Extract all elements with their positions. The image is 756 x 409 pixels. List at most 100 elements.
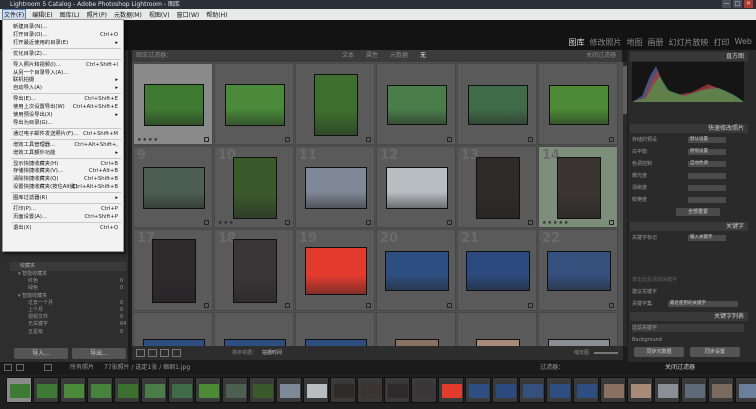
filmstrip-thumbnail[interactable] [627,377,653,403]
file-menu-item[interactable]: 优化目录(Z)... [13,50,121,58]
filmstrip-thumbnail[interactable] [33,377,59,403]
photo-thumbnail[interactable] [385,251,449,291]
collection-item[interactable]: ▾ 智能收藏夹 [12,293,53,300]
file-menu-item[interactable]: 打开最近使用的目录(E) ▸ [13,39,121,47]
filter-none[interactable]: 无 [420,50,426,62]
filmstrip-thumbnail[interactable] [573,377,599,403]
photo-thumbnail[interactable] [547,251,611,291]
photo-thumbnail[interactable] [144,84,204,126]
filmstrip-thumbnail[interactable] [735,377,756,403]
photo-thumbnail[interactable] [549,85,609,125]
filter-off-dropdown[interactable]: 关闭过滤器 [586,50,616,62]
edit-badge-icon[interactable] [366,220,371,225]
grid-cell[interactable]: 10 ★★★ [214,146,294,228]
module-print[interactable]: 打印 [714,37,730,48]
filter-keywords-input[interactable]: 过滤关键字 [632,324,744,332]
grid-cell[interactable] [214,63,294,145]
photo-thumbnail[interactable] [476,157,520,219]
filmstrip-thumbnail[interactable] [87,377,113,403]
file-menu-item[interactable]: 打印(P)... Ctrl+P [13,205,121,213]
keyword-item[interactable]: Background [632,336,744,344]
grid-cell[interactable] [538,63,618,145]
collections-header[interactable]: 收藏夹 [10,262,126,271]
edit-badge-icon[interactable] [528,303,533,308]
grid-cell[interactable] [295,63,375,145]
grid-cell[interactable]: 9 [133,146,213,228]
maximize-button[interactable]: □ [733,0,742,8]
edit-badge-icon[interactable] [204,220,209,225]
photo-thumbnail[interactable] [143,339,205,346]
quick-develop-control[interactable] [688,185,726,191]
file-menu-item[interactable]: 新建目录(N)... [13,23,121,31]
grid-cell[interactable] [457,63,537,145]
edit-badge-icon[interactable] [609,220,614,225]
histogram-header[interactable]: 直方图 [630,52,748,61]
collection-item[interactable]: 五星级 0 [12,329,123,336]
menu-edit[interactable]: 编辑(E) [31,10,53,19]
file-menu-item[interactable]: 显示快捷收藏夹(H) Ctrl+B [13,160,121,168]
keyword-tags-dropdown[interactable]: 输入关键字 [688,235,726,241]
keyword-list-header[interactable]: 关键字列表 [630,312,748,321]
export-button[interactable]: 导出... [72,348,126,359]
file-menu-item[interactable]: 退出(X) Ctrl+Q [13,224,121,232]
edit-badge-icon[interactable] [528,220,533,225]
filmstrip-thumbnail[interactable] [384,377,410,403]
grid-cell[interactable]: 12 [376,146,456,228]
edit-badge-icon[interactable] [447,137,452,142]
file-menu-item[interactable]: 使用预设导出(X) ▸ [13,111,121,119]
edit-badge-icon[interactable] [366,137,371,142]
photo-thumbnail[interactable] [466,251,530,291]
photo-thumbnail[interactable] [387,85,447,125]
file-menu-item[interactable]: 使用上次设置导出(W) Ctrl+Alt+Shift+E [13,103,121,111]
photo-thumbnail[interactable] [225,84,285,126]
edit-badge-icon[interactable] [204,303,209,308]
photo-thumbnail[interactable] [152,239,196,303]
star-rating[interactable]: ★★★★★ [542,220,569,226]
photo-thumbnail[interactable] [233,239,277,303]
menu-metadata[interactable]: 元数据(M) [113,10,143,19]
file-menu-item[interactable]: 联机拍摄 ▸ [13,76,121,84]
filmstrip-thumbnail[interactable] [276,377,302,403]
filmstrip-thumbnail[interactable] [114,377,140,403]
module-develop[interactable]: 修改照片 [590,37,622,48]
quick-develop-control[interactable]: 原照设置 [688,149,726,155]
module-library[interactable]: 图库 [569,37,585,48]
keywording-header[interactable]: 关键字 [630,222,748,231]
module-slideshow[interactable]: 幻灯片放映 [669,37,709,48]
grid-scrollbar[interactable] [623,62,627,346]
filmstrip-thumbnail[interactable] [681,377,707,403]
file-menu-item[interactable]: 增效工具管理器... Ctrl+Alt+Shift+, [13,141,121,149]
grid-cell[interactable] [376,63,456,145]
filmstrip-thumbnail[interactable] [249,377,275,403]
filmstrip-thumbnail[interactable] [546,377,572,403]
keyword-hint[interactable]: 单击此处添加关键字 [632,276,744,284]
survey-view-icon[interactable] [172,349,181,357]
quick-develop-header[interactable]: 快速修改照片 [630,124,748,133]
file-menu-item[interactable]: 通过电子邮件发送照片(F)... Ctrl+Shift+M [13,130,121,138]
photo-thumbnail[interactable] [386,167,448,209]
file-menu-item[interactable]: 清除快捷收藏夹(Q) Ctrl+Shift+B [13,175,121,183]
filmstrip-thumbnail[interactable] [708,377,734,403]
filmstrip-thumbnail[interactable] [357,377,383,403]
file-menu-item[interactable]: 页面设置(A)... Ctrl+Shift+P [13,213,121,221]
edit-badge-icon[interactable] [609,137,614,142]
filter-metadata[interactable]: 元数据 [390,50,408,62]
collection-item[interactable]: 绿色 0 [12,285,123,292]
sync-settings-button[interactable]: 同步设置 [690,347,740,357]
photo-thumbnail[interactable] [305,339,367,346]
grid-cell[interactable]: 18 [214,229,294,311]
photo-thumbnail[interactable] [305,167,367,209]
grid-cell[interactable] [376,312,456,346]
filmstrip-thumbnail[interactable] [303,377,329,403]
file-menu-item[interactable]: 增效工具额外功能 ▸ [13,149,121,157]
close-button[interactable]: ✕ [744,0,753,8]
filmstrip-thumbnail[interactable] [330,377,356,403]
filmstrip-thumbnail[interactable] [492,377,518,403]
photo-thumbnail[interactable] [143,167,205,209]
minimize-button[interactable]: — [722,0,731,8]
filter-text[interactable]: 文本 [342,50,354,62]
photo-thumbnail[interactable] [314,74,358,136]
file-menu-item[interactable]: 从另一个目录导入(A)... [13,69,121,77]
compare-view-icon[interactable] [160,349,169,357]
filmstrip-thumbnail[interactable] [222,377,248,403]
